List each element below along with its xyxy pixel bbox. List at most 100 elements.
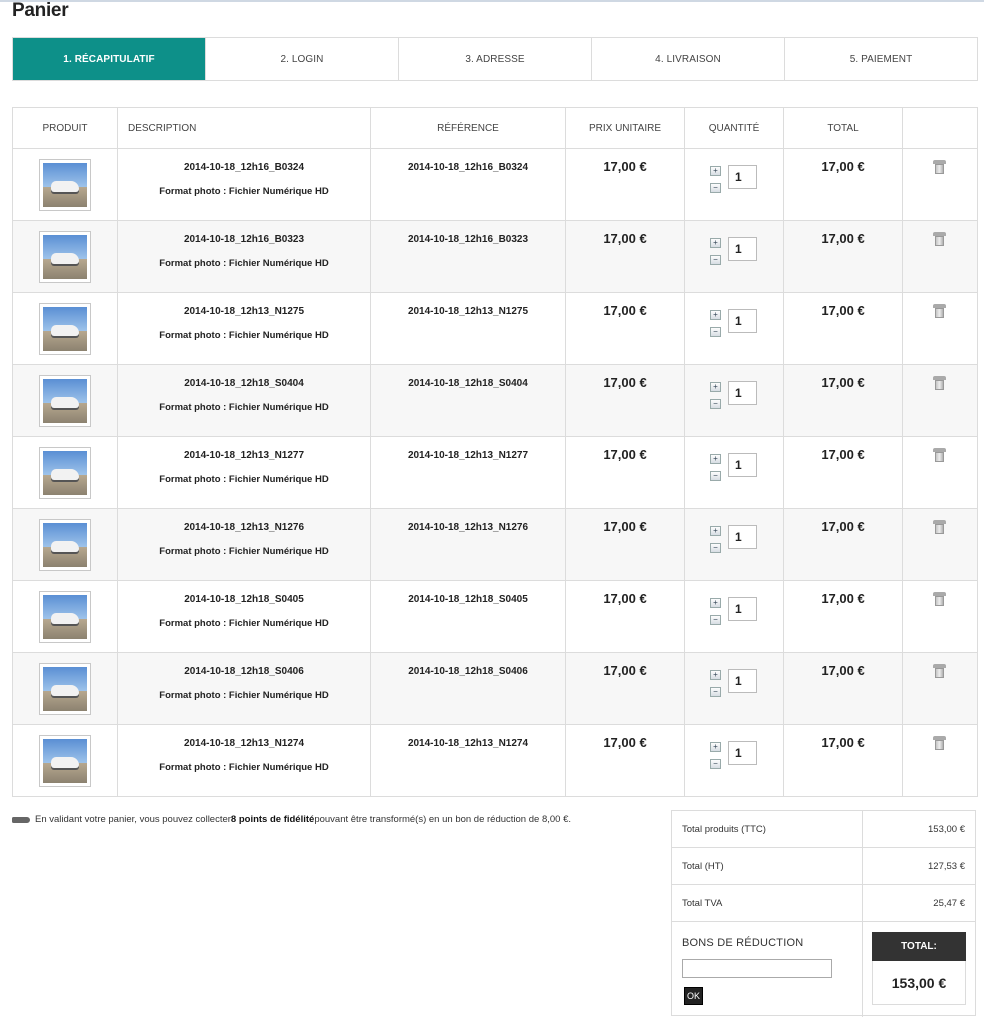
totals-bottom: Bons de réduction OK Total: 153,00 €: [672, 922, 975, 1017]
table-row: 2014-10-18_12h18_S0406 Format photo : Fi…: [13, 652, 977, 724]
trash-icon[interactable]: [933, 448, 946, 462]
product-thumbnail[interactable]: [39, 159, 91, 211]
quantity-minus-icon[interactable]: −: [710, 327, 721, 337]
trash-icon[interactable]: [933, 304, 946, 318]
trash-icon[interactable]: [933, 376, 946, 390]
quantity-minus-icon[interactable]: −: [710, 183, 721, 193]
reference-cell: 2014-10-18_12h16_B0324: [371, 149, 566, 220]
quantity-input[interactable]: [728, 525, 757, 549]
quantity-plus-icon[interactable]: +: [710, 526, 721, 536]
product-thumbnail[interactable]: [39, 231, 91, 283]
quantity-input[interactable]: [728, 597, 757, 621]
product-cell: [13, 653, 118, 724]
voucher-code-input[interactable]: [682, 959, 832, 978]
product-cell: [13, 437, 118, 508]
actions-cell: [903, 149, 977, 220]
voucher-title: Bons de réduction: [682, 937, 804, 949]
product-name[interactable]: 2014-10-18_12h16_B0323: [118, 234, 370, 245]
product-thumbnail[interactable]: [39, 519, 91, 571]
quantity-minus-icon[interactable]: −: [710, 399, 721, 409]
trash-icon[interactable]: [933, 664, 946, 678]
unit-price-cell: 17,00 €: [566, 653, 685, 724]
quantity-cell: + −: [685, 149, 784, 220]
product-reference: 2014-10-18_12h13_N1275: [407, 306, 529, 317]
quantity-plus-icon[interactable]: +: [710, 382, 721, 392]
trash-icon[interactable]: [933, 232, 946, 246]
quantity-plus-icon[interactable]: +: [710, 742, 721, 752]
header-actions: [903, 108, 977, 148]
step-livraison[interactable]: 4. Livraison: [592, 38, 785, 80]
step-recapitulatif[interactable]: 1. Récapitulatif: [13, 38, 206, 80]
quantity-minus-icon[interactable]: −: [710, 471, 721, 481]
product-name[interactable]: 2014-10-18_12h18_S0406: [118, 666, 370, 677]
quantity-plus-icon[interactable]: +: [710, 238, 721, 248]
total-cell: 17,00 €: [784, 221, 903, 292]
quantity-minus-icon[interactable]: −: [710, 759, 721, 769]
product-format: Format photo : Fichier Numérique HD: [159, 474, 329, 485]
quantity-minus-icon[interactable]: −: [710, 543, 721, 553]
product-name[interactable]: 2014-10-18_12h18_S0404: [118, 378, 370, 389]
quantity-plus-icon[interactable]: +: [710, 598, 721, 608]
quantity-input[interactable]: [728, 669, 757, 693]
car-image: [51, 469, 79, 481]
product-name[interactable]: 2014-10-18_12h18_S0405: [118, 594, 370, 605]
quantity-input[interactable]: [728, 165, 757, 189]
product-name[interactable]: 2014-10-18_12h13_N1277: [118, 450, 370, 461]
unit-price: 17,00 €: [603, 159, 647, 174]
step-adresse[interactable]: 3. Adresse: [399, 38, 592, 80]
quantity-input[interactable]: [728, 237, 757, 261]
quantity-input[interactable]: [728, 309, 757, 333]
trash-icon[interactable]: [933, 736, 946, 750]
top-border: [0, 0, 984, 2]
product-name[interactable]: 2014-10-18_12h13_N1276: [118, 522, 370, 533]
actions-cell: [903, 725, 977, 796]
product-thumbnail[interactable]: [39, 735, 91, 787]
product-format: Format photo : Fichier Numérique HD: [159, 546, 329, 557]
unit-price-cell: 17,00 €: [566, 365, 685, 436]
quantity-minus-icon[interactable]: −: [710, 615, 721, 625]
description-cell: 2014-10-18_12h18_S0406 Format photo : Fi…: [118, 653, 371, 724]
description-cell: 2014-10-18_12h13_N1274 Format photo : Fi…: [118, 725, 371, 796]
car-image: [51, 325, 79, 337]
quantity-cell: + −: [685, 293, 784, 364]
actions-cell: [903, 437, 977, 508]
unit-price: 17,00 €: [603, 447, 647, 462]
trash-icon[interactable]: [933, 520, 946, 534]
product-cell: [13, 221, 118, 292]
actions-cell: [903, 221, 977, 292]
total-cell: 17,00 €: [784, 149, 903, 220]
thumbnail-ground: [43, 397, 87, 423]
product-thumbnail[interactable]: [39, 447, 91, 499]
product-thumbnail[interactable]: [39, 663, 91, 715]
line-total: 17,00 €: [821, 375, 865, 390]
voucher-ok-button[interactable]: OK: [684, 987, 703, 1005]
product-name[interactable]: 2014-10-18_12h16_B0324: [118, 162, 370, 173]
trash-icon[interactable]: [933, 160, 946, 174]
product-name[interactable]: 2014-10-18_12h13_N1274: [118, 738, 370, 749]
quantity-plus-icon[interactable]: +: [710, 670, 721, 680]
product-thumbnail[interactable]: [39, 375, 91, 427]
hand-pointer-icon: [12, 815, 32, 825]
quantity-minus-icon[interactable]: −: [710, 687, 721, 697]
product-thumbnail[interactable]: [39, 303, 91, 355]
car-image: [51, 541, 79, 553]
quantity-cell: + −: [685, 437, 784, 508]
step-paiement[interactable]: 5. Paiement: [785, 38, 977, 80]
reference-cell: 2014-10-18_12h13_N1277: [371, 437, 566, 508]
quantity-input[interactable]: [728, 381, 757, 405]
trash-icon[interactable]: [933, 592, 946, 606]
step-login[interactable]: 2. Login: [206, 38, 399, 80]
total-products-row: Total produits (TTC) 153,00 €: [672, 811, 975, 848]
quantity-plus-icon[interactable]: +: [710, 454, 721, 464]
product-name[interactable]: 2014-10-18_12h13_N1275: [118, 306, 370, 317]
total-cell: 17,00 €: [784, 653, 903, 724]
quantity-minus-icon[interactable]: −: [710, 255, 721, 265]
unit-price-cell: 17,00 €: [566, 437, 685, 508]
thumbnail-ground: [43, 181, 87, 207]
product-thumbnail[interactable]: [39, 591, 91, 643]
checkout-steps: 1. Récapitulatif 2. Login 3. Adresse 4. …: [12, 37, 978, 81]
quantity-plus-icon[interactable]: +: [710, 166, 721, 176]
quantity-plus-icon[interactable]: +: [710, 310, 721, 320]
quantity-input[interactable]: [728, 453, 757, 477]
quantity-input[interactable]: [728, 741, 757, 765]
